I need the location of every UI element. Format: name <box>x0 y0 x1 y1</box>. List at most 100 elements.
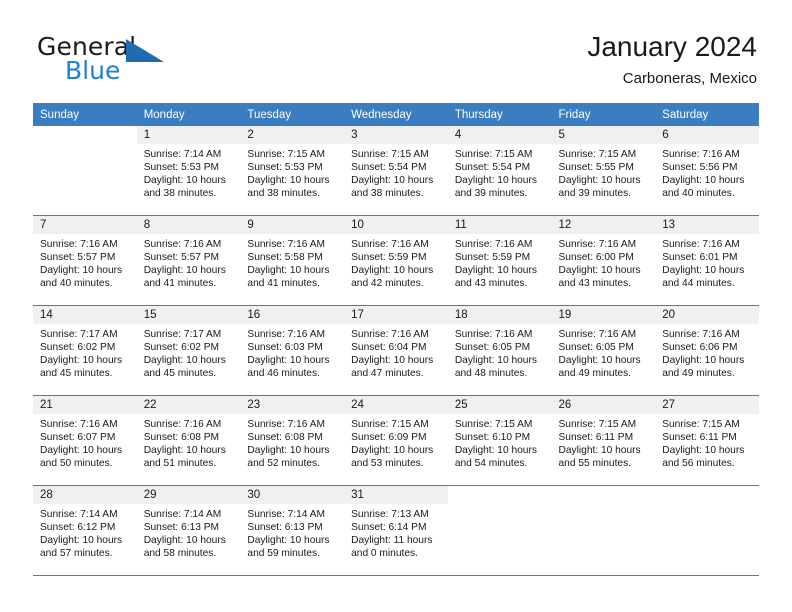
calendar-empty-cell <box>33 126 137 216</box>
calendar-day-cell[interactable]: 2 Sunrise: 7:15 AM Sunset: 5:53 PM Daylight… <box>240 126 345 216</box>
calendar-day-cell[interactable]: 3 Sunrise: 7:15 AM Sunset: 5:54 PM Daylight… <box>344 126 448 216</box>
calendar-empty-cell <box>551 486 656 576</box>
day-number: 29 <box>136 486 241 504</box>
calendar-day-cell[interactable]: 27 Sunrise: 7:15 AM Sunset: 6:11 PM Dayligh… <box>655 396 759 486</box>
day-daylight2-text: and 43 minutes. <box>558 278 632 290</box>
day-number: 11 <box>447 216 552 234</box>
calendar-day-cell[interactable]: 13 Sunrise: 7:16 AM Sunset: 6:01 PM Dayligh… <box>655 216 759 306</box>
calendar-day-cell[interactable]: 24 Sunrise: 7:15 AM Sunset: 6:09 PM Dayligh… <box>344 396 448 486</box>
calendar-day-cell[interactable]: 22 Sunrise: 7:16 AM Sunset: 6:08 PM Dayligh… <box>136 396 241 486</box>
day-daylight1-text: Daylight: 10 hours <box>454 175 537 187</box>
brand-logo[interactable]: General Blue <box>37 34 257 84</box>
day-sunrise-text: Sunrise: 7:15 AM <box>558 149 637 160</box>
calendar-day-cell[interactable]: 14 Sunrise: 7:17 AM Sunset: 6:02 PM Dayligh… <box>33 306 137 396</box>
weekday-header-sunday: Sunday <box>33 103 137 126</box>
day-number: 27 <box>655 396 759 414</box>
day-number: 1 <box>136 126 241 144</box>
day-sunrise-text: Sunrise: 7:16 AM <box>454 239 533 250</box>
day-daylight1-text: Daylight: 10 hours <box>351 265 434 277</box>
day-number: 3 <box>344 126 448 144</box>
day-cell-inner: 5 Sunrise: 7:15 AM Sunset: 5:55 PM Daylight… <box>551 126 656 216</box>
calendar-day-cell[interactable]: 18 Sunrise: 7:16 AM Sunset: 6:05 PM Dayligh… <box>447 306 552 396</box>
calendar-day-cell[interactable]: 25 Sunrise: 7:15 AM Sunset: 6:10 PM Dayligh… <box>447 396 552 486</box>
day-daylight1-text: Daylight: 10 hours <box>143 355 226 367</box>
calendar-day-cell[interactable]: 30 Sunrise: 7:14 AM Sunset: 6:13 PM Dayligh… <box>240 486 345 576</box>
calendar-day-cell[interactable]: 31 Sunrise: 7:13 AM Sunset: 6:14 PM Dayligh… <box>344 486 448 576</box>
day-number <box>33 126 137 144</box>
day-sunrise-text: Sunrise: 7:14 AM <box>143 509 222 520</box>
day-daylight2-text: and 40 minutes. <box>662 188 735 200</box>
day-details <box>33 144 137 148</box>
day-cell-inner <box>447 486 552 576</box>
day-details: Sunrise: 7:15 AM Sunset: 6:11 PM Daylight:… <box>655 414 759 470</box>
day-daylight2-text: and 52 minutes. <box>247 458 320 470</box>
calendar-page: General Blue January 2024 Carboneras, Me… <box>0 0 792 612</box>
day-daylight1-text: Daylight: 10 hours <box>454 355 537 367</box>
calendar-day-cell[interactable]: 7 Sunrise: 7:16 AM Sunset: 5:57 PM Daylight… <box>33 216 137 306</box>
calendar-day-cell[interactable]: 23 Sunrise: 7:16 AM Sunset: 6:08 PM Dayligh… <box>240 396 345 486</box>
calendar-week-row: 14 Sunrise: 7:17 AM Sunset: 6:02 PM Dayligh… <box>33 306 759 396</box>
day-daylight1-text: Daylight: 10 hours <box>40 355 123 367</box>
page-header: General Blue January 2024 Carboneras, Me… <box>0 0 792 103</box>
day-details: Sunrise: 7:16 AM Sunset: 6:00 PM Daylight:… <box>552 234 656 290</box>
day-daylight2-text: and 0 minutes. <box>351 548 418 560</box>
calendar-day-cell[interactable]: 26 Sunrise: 7:15 AM Sunset: 6:11 PM Dayligh… <box>551 396 656 486</box>
day-details: Sunrise: 7:17 AM Sunset: 6:02 PM Daylight:… <box>33 324 137 380</box>
day-sunrise-text: Sunrise: 7:16 AM <box>351 239 429 250</box>
calendar-day-cell[interactable]: 10 Sunrise: 7:16 AM Sunset: 5:59 PM Dayligh… <box>344 216 448 306</box>
day-number: 21 <box>33 396 137 414</box>
day-daylight2-text: and 49 minutes. <box>662 368 735 380</box>
day-details: Sunrise: 7:16 AM Sunset: 5:56 PM Daylight:… <box>655 144 759 200</box>
day-details: Sunrise: 7:16 AM Sunset: 5:57 PM Daylight:… <box>33 234 137 290</box>
day-number: 14 <box>33 306 137 324</box>
day-sunrise-text: Sunrise: 7:15 AM <box>351 419 429 430</box>
day-number: 31 <box>344 486 448 504</box>
calendar-day-cell[interactable]: 6 Sunrise: 7:16 AM Sunset: 5:56 PM Daylight… <box>655 126 759 216</box>
calendar-day-cell[interactable]: 9 Sunrise: 7:16 AM Sunset: 5:58 PM Daylight… <box>240 216 345 306</box>
day-details: Sunrise: 7:16 AM Sunset: 6:07 PM Daylight:… <box>33 414 137 470</box>
day-sunrise-text: Sunrise: 7:15 AM <box>454 419 533 430</box>
day-sunset-text: Sunset: 6:00 PM <box>558 252 634 264</box>
day-sunrise-text: Sunrise: 7:17 AM <box>40 329 118 340</box>
calendar-day-cell[interactable]: 20 Sunrise: 7:16 AM Sunset: 6:06 PM Dayligh… <box>655 306 759 396</box>
day-sunset-text: Sunset: 6:02 PM <box>40 342 116 354</box>
calendar-day-cell[interactable]: 5 Sunrise: 7:15 AM Sunset: 5:55 PM Daylight… <box>551 126 656 216</box>
calendar-day-cell[interactable]: 19 Sunrise: 7:16 AM Sunset: 6:05 PM Dayligh… <box>551 306 656 396</box>
day-sunrise-text: Sunrise: 7:14 AM <box>143 149 222 160</box>
day-daylight1-text: Daylight: 10 hours <box>351 175 434 187</box>
calendar-day-cell[interactable]: 8 Sunrise: 7:16 AM Sunset: 5:57 PM Daylight… <box>136 216 241 306</box>
calendar-day-cell[interactable]: 15 Sunrise: 7:17 AM Sunset: 6:02 PM Dayligh… <box>136 306 241 396</box>
calendar-day-cell[interactable]: 16 Sunrise: 7:16 AM Sunset: 6:03 PM Dayligh… <box>240 306 345 396</box>
weekday-header-thursday: Thursday <box>447 103 552 126</box>
day-sunset-text: Sunset: 6:01 PM <box>662 252 738 264</box>
day-sunrise-text: Sunrise: 7:16 AM <box>247 419 325 430</box>
day-sunrise-text: Sunrise: 7:14 AM <box>40 509 118 520</box>
day-daylight2-text: and 56 minutes. <box>662 458 735 470</box>
day-sunset-text: Sunset: 5:57 PM <box>143 252 220 264</box>
day-cell-inner: 12 Sunrise: 7:16 AM Sunset: 6:00 PM Dayligh… <box>551 216 656 306</box>
brand-name-blue: Blue <box>65 56 121 85</box>
day-daylight1-text: Daylight: 10 hours <box>351 355 434 367</box>
day-daylight2-text: and 38 minutes. <box>351 188 424 200</box>
day-daylight2-text: and 38 minutes. <box>247 188 320 200</box>
day-daylight1-text: Daylight: 11 hours <box>351 535 433 547</box>
day-daylight2-text: and 42 minutes. <box>351 278 424 290</box>
day-sunrise-text: Sunrise: 7:15 AM <box>454 149 533 160</box>
calendar-day-cell[interactable]: 21 Sunrise: 7:16 AM Sunset: 6:07 PM Dayligh… <box>33 396 137 486</box>
calendar-day-cell[interactable]: 4 Sunrise: 7:15 AM Sunset: 5:54 PM Daylight… <box>447 126 552 216</box>
day-sunrise-text: Sunrise: 7:16 AM <box>351 329 429 340</box>
calendar-day-cell[interactable]: 12 Sunrise: 7:16 AM Sunset: 6:00 PM Dayligh… <box>551 216 656 306</box>
day-daylight1-text: Daylight: 10 hours <box>558 265 641 277</box>
calendar-day-cell[interactable]: 29 Sunrise: 7:14 AM Sunset: 6:13 PM Dayligh… <box>136 486 241 576</box>
calendar-day-cell[interactable]: 1 Sunrise: 7:14 AM Sunset: 5:53 PM Daylight… <box>136 126 241 216</box>
calendar-day-cell[interactable]: 17 Sunrise: 7:16 AM Sunset: 6:04 PM Dayligh… <box>344 306 448 396</box>
day-details <box>448 504 552 508</box>
calendar-day-cell[interactable]: 28 Sunrise: 7:14 AM Sunset: 6:12 PM Dayligh… <box>33 486 137 576</box>
calendar-day-cell[interactable]: 11 Sunrise: 7:16 AM Sunset: 5:59 PM Dayligh… <box>447 216 552 306</box>
day-sunrise-text: Sunrise: 7:16 AM <box>662 329 740 340</box>
day-number: 28 <box>33 486 137 504</box>
calendar-table: Sunday Monday Tuesday Wednesday Thursday… <box>33 103 759 576</box>
day-cell-inner: 23 Sunrise: 7:16 AM Sunset: 6:08 PM Dayligh… <box>240 396 345 486</box>
day-daylight1-text: Daylight: 10 hours <box>247 355 330 367</box>
day-number: 24 <box>344 396 448 414</box>
